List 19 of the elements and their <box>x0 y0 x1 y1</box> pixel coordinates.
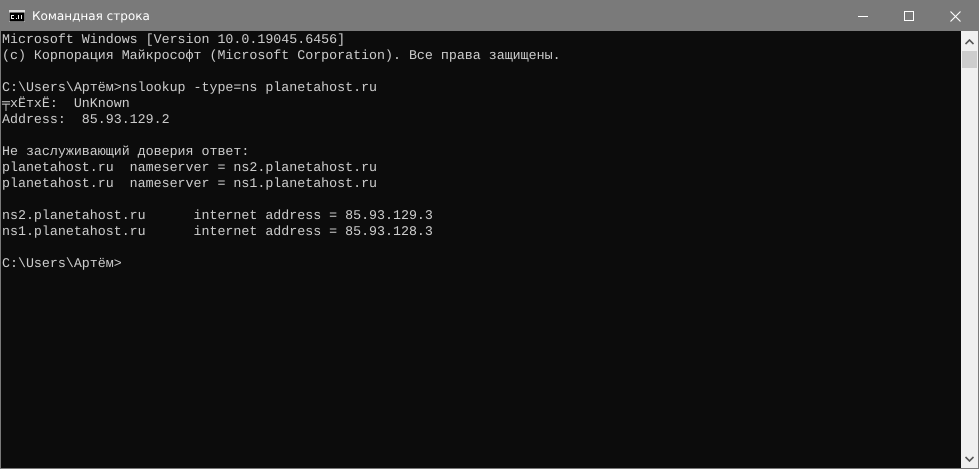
console-line: planetahost.ru nameserver = ns2.planetahost.ru <box>2 160 378 176</box>
scroll-up-icon[interactable] <box>965 39 974 45</box>
console-line: planetahost.ru nameserver = ns1.planetahost.ru <box>2 176 378 192</box>
console-line: Address: 85.93.129.2 <box>2 112 170 128</box>
window-title: Командная строка <box>32 9 150 23</box>
console-line: ╤хЁтхЁ: UnKnown <box>2 96 130 112</box>
close-icon <box>950 10 960 22</box>
maximize-icon <box>904 11 914 21</box>
console-line: C:\Users\Артём> <box>2 256 122 272</box>
scroll-down-icon[interactable] <box>965 456 974 462</box>
console-line: Не заслуживающий доверия ответ: <box>2 144 250 160</box>
terminal-icon <box>9 10 25 22</box>
console-line: ns2.planetahost.ru internet address = 85.93.129.3 <box>2 208 433 224</box>
scrollbar[interactable] <box>961 31 978 468</box>
console-line: ns1.planetahost.ru internet address = 85.93.128.3 <box>2 224 433 240</box>
scrollbar-thumb[interactable] <box>962 51 977 68</box>
console-line: (c) Корпорация Майкрософт (Microsoft Corporation). Все права защищены. <box>2 48 561 64</box>
console-line: Microsoft Windows [Version 10.0.19045.6456] <box>2 32 346 48</box>
console-line: C:\Users\Артём>nslookup -type=ns planetahost.ru <box>2 80 378 96</box>
